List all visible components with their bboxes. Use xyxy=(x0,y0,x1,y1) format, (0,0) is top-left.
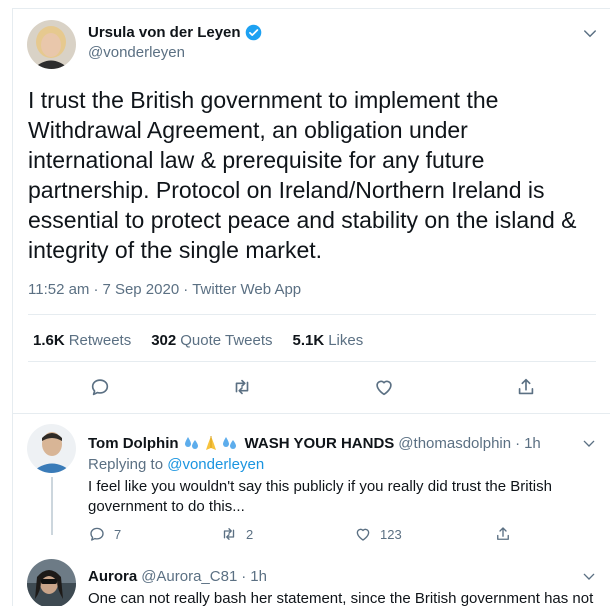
retweets-stat[interactable]: 1.6K Retweets xyxy=(33,332,131,349)
verified-badge-icon xyxy=(245,24,261,41)
main-tweet: Ursula von der Leyen @vonderleyen I trus… xyxy=(13,9,610,413)
emoji-group xyxy=(183,434,239,452)
reply-author-handle[interactable]: @thomasdolphin xyxy=(398,435,511,452)
likes-count: 5.1K xyxy=(292,332,325,349)
chevron-down-icon[interactable] xyxy=(581,25,599,43)
likes-label: Likes xyxy=(328,332,364,349)
author-name-text[interactable]: Ursula von der Leyen xyxy=(88,24,241,41)
reply-author-name[interactable]: Aurora xyxy=(88,568,137,585)
droplets-icon xyxy=(222,437,236,449)
reply-author-name-suffix[interactable]: WASH YOUR HANDS xyxy=(245,435,395,452)
tweet-detail-panel: Ursula von der Leyen @vonderleyen I trus… xyxy=(12,8,610,606)
tweet-text: I trust the British government to implem… xyxy=(28,87,577,263)
reply-text: One can not really bash her statement, s… xyxy=(88,590,594,606)
reply-action-retweet[interactable]: 2 xyxy=(220,525,253,543)
quotes-stat[interactable]: 302 Quote Tweets xyxy=(151,332,272,349)
retweet-count: 2 xyxy=(246,526,254,542)
divider xyxy=(28,314,596,315)
share-icon xyxy=(497,527,509,540)
reply-tweet[interactable]: Aurora @Aurora_C81 · 1h One can not real… xyxy=(13,549,610,606)
divider xyxy=(28,361,596,362)
likes-stat[interactable]: 5.1K Likes xyxy=(293,332,364,349)
meta-separator: · xyxy=(183,281,189,298)
reply-action-reply[interactable]: 7 xyxy=(88,525,121,543)
avatar[interactable] xyxy=(27,559,76,606)
chevron-down-icon[interactable] xyxy=(581,436,597,452)
retweets-count: 1.6K xyxy=(33,332,65,349)
reply-icon[interactable] xyxy=(89,376,111,398)
reply-actions: 7 2 123 xyxy=(88,525,518,545)
author-handle[interactable]: @vonderleyen xyxy=(88,44,185,61)
reply-header: Aurora @Aurora_C81 · 1h xyxy=(88,568,267,585)
folded-hands-icon xyxy=(205,436,216,450)
reply-text: I feel like you wouldn't say this public… xyxy=(88,478,552,515)
tweet-stats: 1.6K Retweets 302 Quote Tweets 5.1K Likes xyxy=(33,332,363,349)
reply-icon xyxy=(90,527,104,541)
share-icon[interactable] xyxy=(515,376,537,398)
retweet-icon xyxy=(223,528,235,540)
replying-to: Replying to @vonderleyen xyxy=(88,456,264,473)
droplets-icon xyxy=(184,437,198,449)
tweet-date[interactable]: 7 Sep 2020 xyxy=(102,281,179,298)
reply-time[interactable]: 1h xyxy=(524,435,541,452)
reply-author-name[interactable]: Tom Dolphin xyxy=(88,435,179,452)
heart-icon[interactable] xyxy=(373,376,395,398)
retweets-label: Retweets xyxy=(68,332,132,349)
replying-to-label: Replying to xyxy=(88,456,164,473)
meta-separator: · xyxy=(241,568,247,585)
reply-action-share[interactable] xyxy=(494,525,512,543)
avatar[interactable] xyxy=(27,424,76,473)
tweet-source[interactable]: Twitter Web App xyxy=(192,281,301,298)
meta-separator: · xyxy=(515,434,521,452)
meta-separator: · xyxy=(93,281,99,298)
author-name[interactable]: Ursula von der Leyen xyxy=(88,24,262,41)
tweet-time[interactable]: 11:52 am xyxy=(28,281,89,298)
tweet-actions xyxy=(13,372,610,402)
like-count: 123 xyxy=(380,526,402,542)
thread-line xyxy=(51,477,53,535)
reply-author-handle[interactable]: @Aurora_C81 xyxy=(141,568,237,585)
quotes-label: Quote Tweets xyxy=(180,332,273,349)
replying-to-handle[interactable]: @vonderleyen xyxy=(167,456,264,473)
reply-action-like[interactable]: 123 xyxy=(354,525,402,543)
reply-count: 7 xyxy=(114,526,122,542)
quotes-count: 302 xyxy=(151,332,177,349)
retweet-icon[interactable] xyxy=(231,376,253,398)
heart-icon xyxy=(356,528,370,541)
reply-tweet[interactable]: Tom Dolphin WASH YOUR HANDS @thomasdolph… xyxy=(13,414,610,549)
tweet-meta: 11:52 am · 7 Sep 2020 · Twitter Web App xyxy=(28,281,301,298)
reply-time[interactable]: 1h xyxy=(250,568,267,585)
reply-header: Tom Dolphin WASH YOUR HANDS @thomasdolph… xyxy=(88,434,541,452)
chevron-down-icon[interactable] xyxy=(581,569,597,585)
avatar[interactable] xyxy=(27,20,76,69)
